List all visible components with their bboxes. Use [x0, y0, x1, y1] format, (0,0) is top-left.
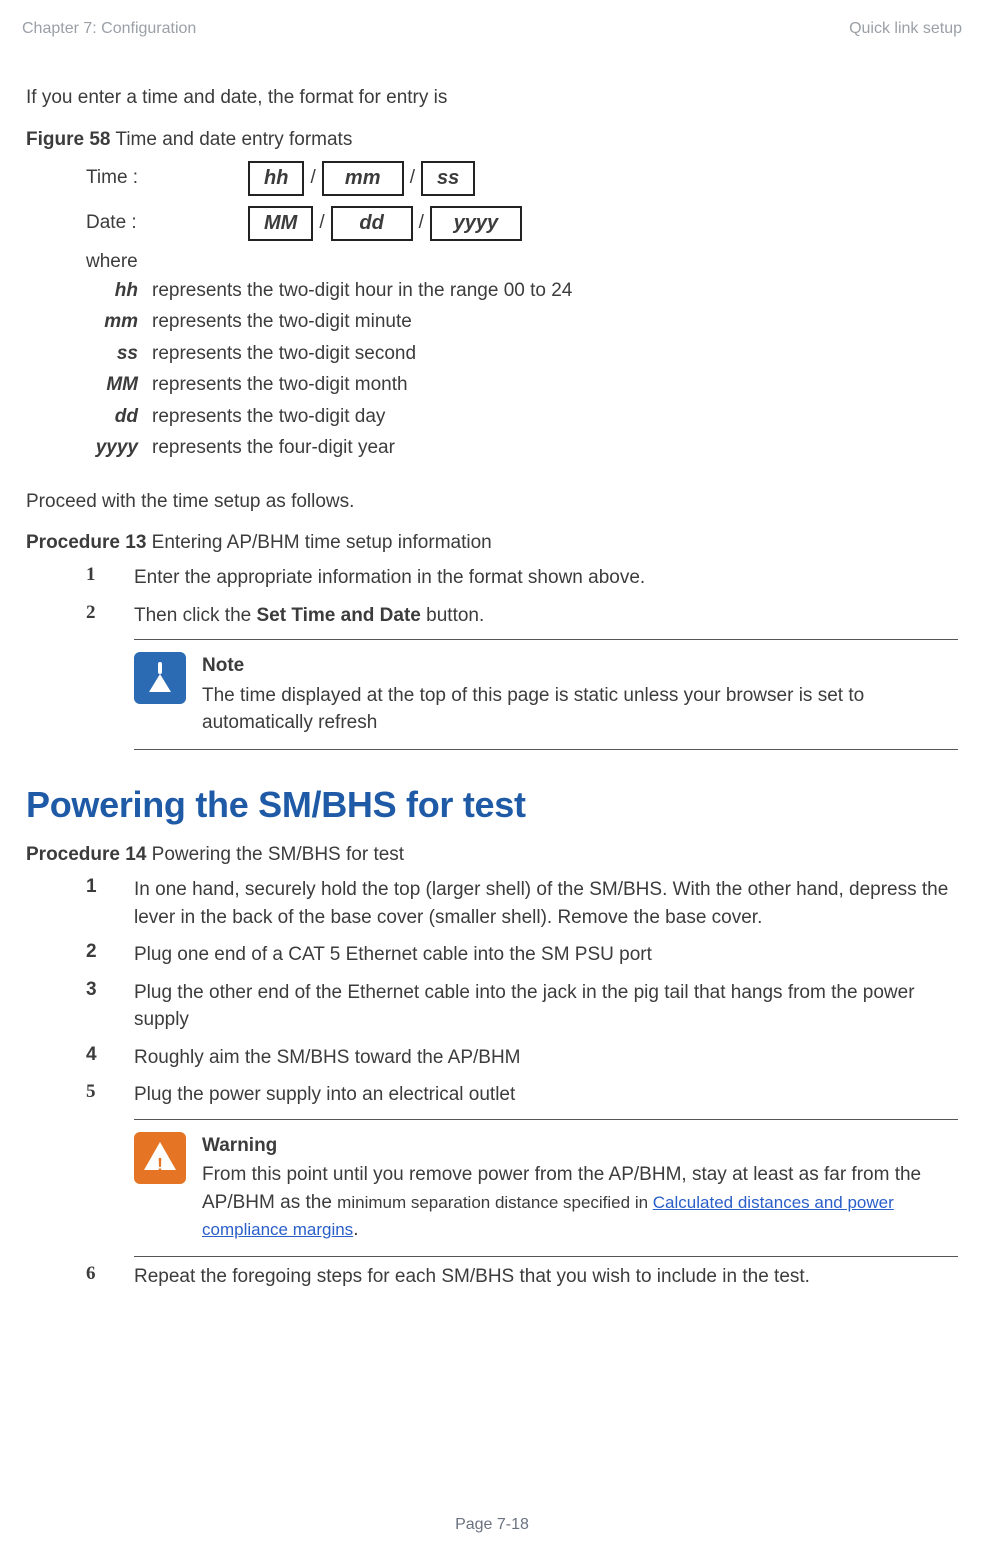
procedure13-caption: Procedure 13 Entering AP/BHM time setup … [26, 532, 958, 554]
cell-yyyy: yyyy [430, 206, 522, 241]
runhead-right: Quick link setup [849, 20, 962, 38]
step-number: 3 [86, 979, 110, 1001]
note-title: Note [202, 652, 958, 680]
sep: / [319, 212, 324, 234]
procedure13-title: Entering AP/BHM time setup information [146, 532, 491, 553]
note-icon [134, 652, 186, 704]
step-text: Enter the appropriate information in the… [134, 564, 958, 592]
p14-step6: 6 Repeat the foregoing steps for each SM… [86, 1263, 958, 1291]
def-ss: represents the two-digit second [152, 340, 958, 368]
sep: / [410, 167, 415, 189]
runhead-left: Chapter 7: Configuration [22, 20, 196, 38]
date-row: Date : MM / dd / yyyy [86, 206, 958, 241]
rule [134, 1256, 958, 1257]
procedure14-title: Powering the SM/BHS for test [146, 844, 404, 865]
cell-dd: dd [331, 206, 413, 241]
note-text: Note The time displayed at the top of th… [202, 652, 958, 737]
sym-hh: hh [86, 277, 140, 305]
sym-MM: MM [86, 371, 140, 399]
cell-mm: mm [322, 161, 404, 196]
note-body: The time displayed at the top of this pa… [202, 685, 864, 734]
sym-yyyy: yyyy [86, 434, 140, 462]
p14-step2: 2 Plug one end of a CAT 5 Ethernet cable… [86, 941, 958, 969]
p14-step3: 3 Plug the other end of the Ethernet cab… [86, 979, 958, 1034]
time-cells: hh / mm / ss [248, 161, 475, 196]
figure-title: Time and date entry formats [110, 129, 352, 150]
step-text: Plug the power supply into an electrical… [134, 1081, 958, 1109]
time-label: Time : [86, 167, 236, 189]
def-hh: represents the two-digit hour in the ran… [152, 277, 958, 305]
definitions: hh represents the two-digit hour in the … [86, 277, 958, 462]
def-dd: represents the two-digit day [152, 403, 958, 431]
note-admonition: Note The time displayed at the top of th… [134, 639, 958, 750]
date-label: Date : [86, 212, 236, 234]
p13-step2: 2 Then click the Set Time and Date butto… [86, 602, 958, 630]
procedure14-steps: 1 In one hand, securely hold the top (la… [86, 876, 958, 1109]
step-text: Then click the Set Time and Date button. [134, 602, 958, 630]
sym-ss: ss [86, 340, 140, 368]
step-number: 2 [86, 602, 110, 624]
figure-body: Time : hh / mm / ss Date : MM / dd / yyy… [86, 161, 958, 462]
sym-mm: mm [86, 308, 140, 336]
def-mm: represents the two-digit minute [152, 308, 958, 336]
sep: / [419, 212, 424, 234]
cell-hh: hh [248, 161, 304, 196]
running-header: Chapter 7: Configuration Quick link setu… [16, 20, 968, 44]
warning-body-post: . [353, 1219, 358, 1240]
warning-body-small: minimum separation distance specified in [337, 1193, 653, 1212]
step-number: 5 [86, 1081, 110, 1103]
proceed-paragraph: Proceed with the time setup as follows. [26, 488, 958, 517]
button-name: Set Time and Date [257, 605, 421, 626]
warning-admonition: Warning From this point until you remove… [134, 1119, 958, 1257]
warning-icon [134, 1132, 186, 1184]
section-heading: Powering the SM/BHS for test [26, 784, 958, 826]
warning-text: Warning From this point until you remove… [202, 1132, 958, 1244]
step-number: 6 [86, 1263, 110, 1285]
figure-label: Figure 58 [26, 129, 110, 150]
step-text: Plug one end of a CAT 5 Ethernet cable i… [134, 941, 958, 969]
step-text-post: button. [421, 605, 484, 626]
date-cells: MM / dd / yyyy [248, 206, 522, 241]
step-number: 1 [86, 876, 110, 898]
intro-paragraph: If you enter a time and date, the format… [26, 84, 958, 113]
p14-step4: 4 Roughly aim the SM/BHS toward the AP/B… [86, 1044, 958, 1072]
step-text-pre: Then click the [134, 605, 257, 626]
rule [134, 639, 958, 640]
step-text: Roughly aim the SM/BHS toward the AP/BHM [134, 1044, 958, 1072]
rule [134, 749, 958, 750]
time-row: Time : hh / mm / ss [86, 161, 958, 196]
step-text: Repeat the foregoing steps for each SM/B… [134, 1263, 958, 1291]
p14-step1: 1 In one hand, securely hold the top (la… [86, 876, 958, 931]
p14-step5: 5 Plug the power supply into an electric… [86, 1081, 958, 1109]
cell-MM: MM [248, 206, 313, 241]
def-MM: represents the two-digit month [152, 371, 958, 399]
warning-title: Warning [202, 1132, 958, 1160]
page-footer: Page 7-18 [0, 1516, 984, 1534]
def-yyyy: represents the four-digit year [152, 434, 958, 462]
step-number: 1 [86, 564, 110, 586]
step-text: Plug the other end of the Ethernet cable… [134, 979, 958, 1034]
procedure13-label: Procedure 13 [26, 532, 146, 553]
step-number: 4 [86, 1044, 110, 1066]
rule [134, 1119, 958, 1120]
figure-caption: Figure 58 Time and date entry formats [26, 129, 958, 151]
procedure14-caption: Procedure 14 Powering the SM/BHS for tes… [26, 844, 958, 866]
step-number: 2 [86, 941, 110, 963]
procedure14-steps-cont: 6 Repeat the foregoing steps for each SM… [86, 1263, 958, 1291]
cell-ss: ss [421, 161, 475, 196]
step-text: In one hand, securely hold the top (larg… [134, 876, 958, 931]
where-label: where [86, 251, 958, 273]
sym-dd: dd [86, 403, 140, 431]
p13-step1: 1 Enter the appropriate information in t… [86, 564, 958, 592]
procedure13-steps: 1 Enter the appropriate information in t… [86, 564, 958, 629]
sep: / [310, 167, 315, 189]
procedure14-label: Procedure 14 [26, 844, 146, 865]
